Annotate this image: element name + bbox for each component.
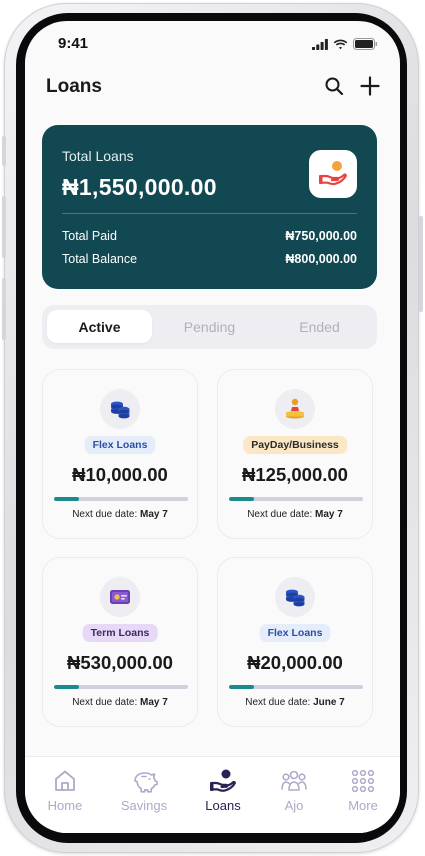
next-due-date: Next due date: May 7 xyxy=(218,509,372,520)
status-time: 9:41 xyxy=(58,35,89,52)
nav-item-home[interactable]: Home xyxy=(30,767,100,813)
loan-progress-fill xyxy=(229,497,255,501)
plus-icon xyxy=(360,76,380,96)
search-button[interactable] xyxy=(321,73,347,99)
loan-type-icon xyxy=(275,577,315,617)
loan-amount: ₦530,000.00 xyxy=(67,652,173,673)
total-loans-card: Total Loans ₦1,550,000.00 Total Paid ₦75… xyxy=(42,125,377,289)
loan-progress-bar xyxy=(229,685,363,689)
nav-label-loans: Loans xyxy=(205,798,241,813)
due-label: Next due date: xyxy=(72,697,138,708)
loan-hand-icon xyxy=(209,767,237,795)
coin-stack-icon xyxy=(286,589,305,607)
tab-ended[interactable]: Ended xyxy=(267,310,372,343)
due-date-value: May 7 xyxy=(140,509,168,520)
nav-item-loans[interactable]: Loans xyxy=(188,767,258,813)
coin-stack-icon xyxy=(111,401,130,419)
side-button-power xyxy=(419,216,423,312)
next-due-date: Next due date: June 7 xyxy=(218,697,372,708)
group-icon xyxy=(280,767,308,795)
loan-type-icon xyxy=(275,389,315,429)
add-loan-button[interactable] xyxy=(357,73,383,99)
wifi-icon xyxy=(333,39,348,49)
loan-amount: ₦125,000.00 xyxy=(242,464,348,485)
nav-item-savings[interactable]: Savings xyxy=(109,767,179,813)
loan-card[interactable]: Flex Loans ₦20,000.00 Next due date: Jun… xyxy=(217,557,373,727)
loan-progress-bar xyxy=(54,497,188,501)
total-paid-row: Total Paid ₦750,000.00 xyxy=(62,229,357,243)
side-button-volume-down xyxy=(2,278,6,340)
side-button-volume-up xyxy=(2,196,6,258)
next-due-date: Next due date: May 7 xyxy=(43,697,197,708)
nav-label-ajo: Ajo xyxy=(284,798,304,813)
loan-amount: ₦20,000.00 xyxy=(247,652,343,673)
app-screen: 9:41 Loans Total Loans ₦1,550,000.00 Tot… xyxy=(25,21,400,833)
bottom-navigation: Home Savings Loans Ajo More xyxy=(25,756,400,833)
cash-icon xyxy=(110,590,130,604)
total-paid-label: Total Paid xyxy=(62,229,117,243)
total-loans-amount: ₦1,550,000.00 xyxy=(62,174,217,200)
due-label: Next due date: xyxy=(247,509,313,520)
loan-progress-fill xyxy=(229,685,255,689)
page-title: Loans xyxy=(46,76,102,97)
total-balance-row: Total Balance ₦800,000.00 xyxy=(62,252,357,266)
grid-icon xyxy=(349,767,377,795)
total-loans-label: Total Loans xyxy=(62,148,134,164)
due-date-value: May 7 xyxy=(315,509,343,520)
status-bar: 9:41 xyxy=(25,21,400,65)
nav-label-savings: Savings xyxy=(120,798,168,813)
loan-card[interactable]: PayDay/Business ₦125,000.00 Next due dat… xyxy=(217,369,373,539)
status-icons xyxy=(312,38,378,50)
loan-type-icon xyxy=(100,577,140,617)
loan-card[interactable]: Term Loans ₦530,000.00 Next due date: Ma… xyxy=(42,557,198,727)
side-button-mute xyxy=(2,136,6,166)
tab-pending[interactable]: Pending xyxy=(157,310,262,343)
due-date-value: June 7 xyxy=(313,697,345,708)
cellular-signal-icon xyxy=(312,38,328,50)
nav-label-more: More xyxy=(348,798,378,813)
hand-coin-icon xyxy=(319,161,347,186)
app-header: Loans xyxy=(25,69,400,103)
total-balance-value: ₦800,000.00 xyxy=(285,252,357,266)
due-label: Next due date: xyxy=(245,697,311,708)
home-icon xyxy=(51,767,79,795)
loan-type-badge: Term Loans xyxy=(82,624,158,642)
nav-item-ajo[interactable]: Ajo xyxy=(259,767,329,813)
piggy-bank-icon xyxy=(130,767,158,795)
loan-card[interactable]: Flex Loans ₦10,000.00 Next due date: May… xyxy=(42,369,198,539)
nav-label-home: Home xyxy=(47,798,83,813)
loan-progress-fill xyxy=(54,685,80,689)
total-paid-value: ₦750,000.00 xyxy=(285,229,357,243)
due-label: Next due date: xyxy=(72,509,138,520)
loan-type-badge: Flex Loans xyxy=(259,624,331,642)
search-icon xyxy=(325,77,344,96)
loan-progress-bar xyxy=(229,497,363,501)
battery-icon xyxy=(353,38,378,50)
loan-icon-box xyxy=(309,150,357,198)
summary-divider xyxy=(62,213,357,214)
nav-item-more[interactable]: More xyxy=(328,767,398,813)
payday-icon xyxy=(286,398,304,419)
loan-progress-fill xyxy=(54,497,80,501)
next-due-date: Next due date: May 7 xyxy=(43,509,197,520)
loan-type-badge: PayDay/Business xyxy=(243,436,347,454)
loan-progress-bar xyxy=(54,685,188,689)
due-date-value: May 7 xyxy=(140,697,168,708)
loan-status-tabs: Active Pending Ended xyxy=(42,305,377,349)
tab-active[interactable]: Active xyxy=(47,310,152,343)
loan-type-badge: Flex Loans xyxy=(84,436,156,454)
loan-amount: ₦10,000.00 xyxy=(72,464,168,485)
total-balance-label: Total Balance xyxy=(62,252,138,266)
loan-type-icon xyxy=(100,389,140,429)
